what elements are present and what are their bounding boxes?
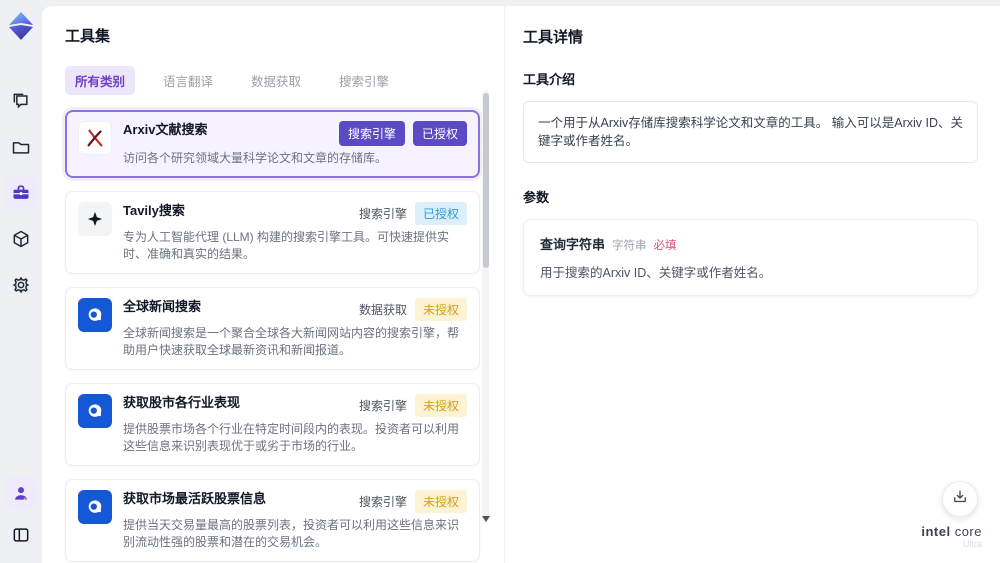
tool-name: 获取股市各行业表现	[123, 395, 241, 410]
tool-description: 提供股票市场各个行业在特定时间段内的表现。投资者可以利用这些信息来识别表现优于或…	[123, 422, 460, 453]
tab-data-acquisition[interactable]: 数据获取	[241, 66, 311, 95]
tool-list: Arxiv文献搜索 搜索引擎 已授权 访问各个研究领域大量科学论文和文章的存储库…	[65, 110, 480, 563]
tab-search-engine[interactable]: 搜索引擎	[329, 66, 399, 95]
status-badge: 未授权	[414, 298, 467, 321]
category-label: 搜索引擎	[358, 495, 407, 509]
list-scrollbar[interactable]	[482, 90, 489, 523]
params-heading: 参数	[523, 190, 550, 205]
tool-description: 全球新闻搜索是一个聚合全球各大新闻网站内容的搜索引擎，帮助用户快速获取全球最新资…	[123, 326, 460, 357]
tool-card-arxiv[interactable]: Arxiv文献搜索 搜索引擎 已授权 访问各个研究领域大量科学论文和文章的存储库…	[65, 110, 480, 178]
cube-icon	[11, 229, 31, 249]
app-logo-icon	[7, 11, 35, 41]
intel-sub-label: Ultra	[962, 539, 982, 549]
category-badge: 搜索引擎	[338, 121, 405, 146]
sidebar-item-chat[interactable]	[5, 85, 37, 117]
tool-description: 专为人工智能代理 (LLM) 构建的搜索引擎工具。可快速提供实时、准确和真实的结…	[123, 230, 450, 261]
parameter-name: 查询字符串	[540, 237, 606, 252]
sidebar-item-settings[interactable]	[5, 269, 37, 301]
category-label: 数据获取	[358, 303, 407, 317]
category-label: 搜索引擎	[358, 399, 407, 413]
gear-icon	[11, 275, 31, 295]
sidebar-item-account[interactable]	[5, 477, 37, 509]
blue-data-logo-icon	[78, 394, 112, 428]
user-icon	[11, 483, 31, 503]
tool-name: 全球新闻搜索	[123, 299, 202, 314]
blue-data-logo-icon	[78, 490, 112, 524]
tavily-star-logo-icon	[78, 202, 112, 236]
status-badge: 已授权	[414, 202, 467, 225]
tool-description: 提供当天交易量最高的股票列表，投资者可以利用这些信息来识别流动性强的股票和潜在的…	[123, 518, 460, 549]
blue-data-logo-icon	[78, 298, 112, 332]
status-badge: 未授权	[414, 394, 467, 417]
tab-all-categories[interactable]: 所有类别	[65, 66, 136, 95]
intro-text-box: 一个用于从Arxiv存储库搜索科学论文和文章的工具。 输入可以是Arxiv ID…	[523, 101, 978, 163]
parameter-description: 用于搜索的Arxiv ID、关键字或作者姓名。	[540, 266, 772, 280]
parameter-type: 字符串	[612, 240, 647, 252]
download-icon	[951, 488, 969, 511]
sidebar-item-models[interactable]	[5, 223, 37, 255]
category-label: 搜索引擎	[358, 207, 407, 221]
tool-list-pane: 工具集 所有类别 语言翻译 数据获取 搜索引擎 Arxiv文献搜索 搜索引擎 已…	[42, 6, 504, 563]
detail-title: 工具详情	[523, 29, 584, 46]
sidebar-item-collapse[interactable]	[5, 519, 37, 551]
intel-core-logo: intel core Ultra	[921, 525, 982, 551]
chat-icon	[11, 91, 31, 111]
tool-card-most-active-stocks[interactable]: 获取市场最活跃股票信息 搜索引擎 未授权 提供当天交易量最高的股票列表，投资者可…	[65, 479, 480, 562]
tool-name: Arxiv文献搜索	[123, 122, 208, 137]
arxiv-logo-icon	[78, 121, 112, 155]
left-rail	[0, 0, 42, 563]
page-title: 工具集	[65, 28, 111, 45]
panel-toggle-icon	[11, 525, 31, 545]
download-button[interactable]	[942, 481, 978, 517]
folder-icon	[11, 137, 31, 157]
intro-heading: 工具介绍	[523, 72, 576, 87]
tool-description: 访问各个研究领域大量科学论文和文章的存储库。	[123, 151, 388, 165]
tool-name: 获取市场最活跃股票信息	[123, 491, 267, 506]
tool-detail-pane: 工具详情 工具介绍 一个用于从Arxiv存储库搜索科学论文和文章的工具。 输入可…	[504, 6, 1000, 563]
parameter-card: 查询字符串 字符串 必填 用于搜索的Arxiv ID、关键字或作者姓名。	[523, 219, 978, 296]
parameter-required-badge: 必填	[653, 240, 677, 252]
category-tabs: 所有类别 语言翻译 数据获取 搜索引擎	[65, 66, 474, 95]
toolbox-icon	[11, 183, 31, 203]
status-badge: 未授权	[414, 490, 467, 513]
scrollbar-thumb[interactable]	[482, 93, 489, 268]
tool-card-global-news[interactable]: 全球新闻搜索 数据获取 未授权 全球新闻搜索是一个聚合全球各大新闻网站内容的搜索…	[65, 287, 480, 370]
tool-name: Tavily搜索	[123, 203, 185, 218]
tool-card-sector-performance[interactable]: 获取股市各行业表现 搜索引擎 未授权 提供股票市场各个行业在特定时间段内的表现。…	[65, 383, 480, 466]
core-word: core	[954, 524, 982, 539]
status-badge: 已授权	[412, 121, 467, 146]
sidebar-item-toolbox[interactable]	[5, 177, 37, 209]
content-shell: 工具集 所有类别 语言翻译 数据获取 搜索引擎 Arxiv文献搜索 搜索引擎 已…	[42, 6, 1000, 563]
sidebar-item-files[interactable]	[5, 131, 37, 163]
tool-card-tavily[interactable]: Tavily搜索 搜索引擎 已授权 专为人工智能代理 (LLM) 构建的搜索引擎…	[65, 191, 480, 274]
scroll-down-arrow-icon[interactable]	[482, 516, 490, 522]
intel-word: intel	[921, 524, 951, 539]
tab-language-translation[interactable]: 语言翻译	[153, 66, 223, 95]
